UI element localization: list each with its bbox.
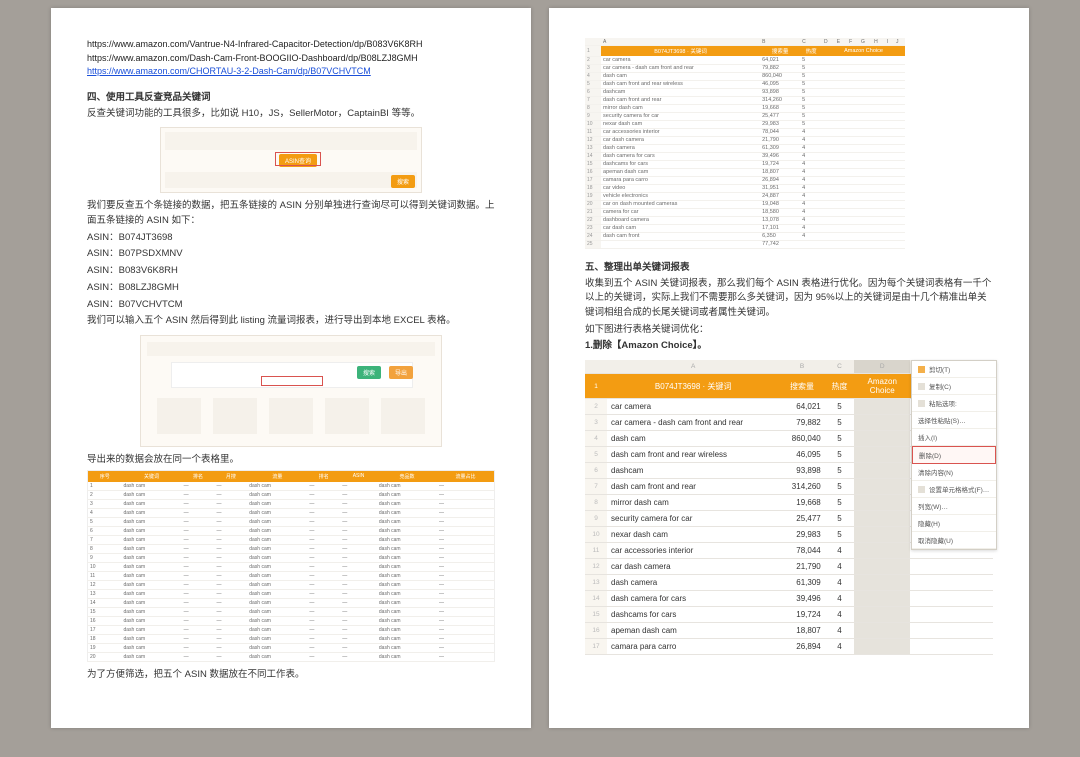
table-row: 22dashboard camera13,0784 — [585, 216, 905, 224]
table-row: 2577,742 — [585, 240, 905, 248]
table-row: 3dash cam——dash cam——dash cam— — [88, 499, 495, 508]
asin-4: ASIN：B08LZJ8GMH — [87, 281, 495, 296]
section4-title: 四、使用工具反查竞品关键词 — [87, 89, 495, 103]
table-row: 15dash cam——dash cam——dash cam— — [88, 607, 495, 616]
asin-1: ASIN：B074JT3698 — [87, 231, 495, 246]
table-row: 8mirror dash cam19,6685 — [585, 104, 905, 112]
menu-clear[interactable]: 清除内容(N) — [912, 464, 996, 481]
table-row: 5dash cam——dash cam——dash cam— — [88, 517, 495, 526]
export-note: 导出来的数据会放在同一个表格里。 — [87, 453, 495, 468]
menu-insert[interactable]: 插入(I) — [912, 429, 996, 446]
section5-step1: 1.删除【Amazon Choice】。 — [585, 339, 993, 354]
menu-hide[interactable]: 隐藏(H) — [912, 515, 996, 532]
table-row: 2car camera64,0215 — [585, 56, 905, 64]
url-line-2: https://www.amazon.com/Dash-Cam-Front-BO… — [87, 52, 495, 66]
table-row: 16apeman dash cam18,8074 — [585, 168, 905, 176]
table-row: 18dash cam——dash cam——dash cam— — [88, 634, 495, 643]
menu-copy[interactable]: 复制(C) — [912, 378, 996, 395]
export-spreadsheet: 序号关键词排名 月搜流量排名 ASIN竞品数流量占比 1dash cam——da… — [87, 470, 495, 662]
url-line-3-hyperlink[interactable]: https://www.amazon.com/CHORTAU-3-2-Dash-… — [87, 65, 495, 79]
table-row: 11car accessories interior78,0444 — [585, 128, 905, 136]
table-row: 19vehicle electronics24,8874 — [585, 192, 905, 200]
table-row: 14dash cam——dash cam——dash cam— — [88, 598, 495, 607]
table-row: 3car camera - dash cam front and rear79,… — [585, 64, 905, 72]
menu-col-width[interactable]: 列宽(W)… — [912, 498, 996, 515]
table-row: 16apeman dash cam18,8074 — [585, 623, 993, 639]
table-row: 13dash camera61,3094 — [585, 144, 905, 152]
menu-delete[interactable]: 删除(D) — [912, 446, 996, 464]
document-page-right: ABC DEF GHI J 1 B074JT3698 · 关键词搜索量 热度Am… — [549, 8, 1029, 728]
menu-paste-options[interactable]: 粘贴选项: — [912, 395, 996, 412]
table-row: 1dash cam——dash cam——dash cam— — [88, 482, 495, 491]
table-row: 20dash cam——dash cam——dash cam— — [88, 652, 495, 661]
lookup-note: 我们要反查五个条链接的数据，把五条链接的 ASIN 分别单独进行查询尽可以得到关… — [87, 199, 495, 228]
table-row: 15dashcams for cars19,7244 — [585, 607, 993, 623]
screenshot-search-btn: 搜索 — [391, 175, 415, 188]
table-row: 24dash cam front6,3504 — [585, 232, 905, 240]
table-row: 4dash cam——dash cam——dash cam— — [88, 508, 495, 517]
url-line-1: https://www.amazon.com/Vantrue-N4-Infrar… — [87, 38, 495, 52]
table-row: 12car dash camera21,7904 — [585, 136, 905, 144]
table-row: 7dash cam——dash cam——dash cam— — [88, 535, 495, 544]
table-row: 11dash cam——dash cam——dash cam— — [88, 571, 495, 580]
table-row: 2dash cam——dash cam——dash cam— — [88, 490, 495, 499]
table-row: 6dash cam——dash cam——dash cam— — [88, 526, 495, 535]
tool-screenshot-2: 导出 搜索 — [140, 335, 442, 447]
table-row: 18car video31,9514 — [585, 184, 905, 192]
input-note: 我们可以输入五个 ASIN 然后得到此 listing 流量词报表，进行导出到本… — [87, 314, 495, 329]
menu-paste-special[interactable]: 选择性粘贴(S)… — [912, 412, 996, 429]
section5-body2: 如下图进行表格关键词优化： — [585, 323, 993, 338]
asin-5: ASIN：B07VCHVTCM — [87, 298, 495, 313]
table-row: 8dash cam——dash cam——dash cam— — [88, 544, 495, 553]
excel-context-menu[interactable]: 剪切(T) 复制(C) 粘贴选项: 选择性粘贴(S)… 插入(I) 删除(D) … — [911, 360, 997, 550]
table-row: 4dash cam860,0405 — [585, 72, 905, 80]
table-row: 9dash cam——dash cam——dash cam— — [88, 553, 495, 562]
table-row: 12dash cam——dash cam——dash cam— — [88, 580, 495, 589]
table-row: 6dashcam93,8985 — [585, 88, 905, 96]
tool-screenshot-1: ASIN查询 搜索 — [160, 127, 422, 193]
table-row: 13dash cam——dash cam——dash cam— — [88, 589, 495, 598]
document-page-left: https://www.amazon.com/Vantrue-N4-Infrar… — [51, 8, 531, 728]
table-row: 13dash camera61,3094 — [585, 575, 993, 591]
table-row: 12car dash camera21,7904 — [585, 559, 993, 575]
section5-title: 五、整理出单关键词报表 — [585, 259, 993, 273]
section4-desc: 反查关键词功能的工具很多，比如说 H10，JS，SellerMotor，Capt… — [87, 107, 495, 122]
menu-format-cells[interactable]: 设置单元格格式(F)… — [912, 481, 996, 498]
section5-body1: 收集到五个 ASIN 关键词报表，那么我们每个 ASIN 表格进行优化。因为每个… — [585, 277, 993, 321]
table-row: 21camera for car18,5804 — [585, 208, 905, 216]
table-row: 14dash camera for cars39,4964 — [585, 591, 993, 607]
table-row: 9security camera for car25,4775 — [585, 112, 905, 120]
asin-3: ASIN：B083V6K8RH — [87, 264, 495, 279]
copy-icon — [918, 383, 925, 390]
table-row: 10nexar dash cam29,9835 — [585, 120, 905, 128]
table-row: 16dash cam——dash cam——dash cam— — [88, 616, 495, 625]
table-row: 17dash cam——dash cam——dash cam— — [88, 625, 495, 634]
mini-keyword-table: ABC DEF GHI J 1 B074JT3698 · 关键词搜索量 热度Am… — [585, 38, 905, 249]
table-row: 19dash cam——dash cam——dash cam— — [88, 643, 495, 652]
menu-cut[interactable]: 剪切(T) — [912, 361, 996, 378]
table-row: 23car dash cam17,1014 — [585, 224, 905, 232]
table-row: 5dash cam front and rear wireless46,0955 — [585, 80, 905, 88]
table-row: 7dash cam front and rear314,2605 — [585, 96, 905, 104]
cut-icon — [918, 366, 925, 373]
split-note: 为了方便筛选，把五个 ASIN 数据放在不同工作表。 — [87, 668, 495, 683]
table-row: 15dashcams for cars19,7244 — [585, 160, 905, 168]
table-row: 10dash cam——dash cam——dash cam— — [88, 562, 495, 571]
menu-unhide[interactable]: 取消隐藏(U) — [912, 532, 996, 549]
format-icon — [918, 486, 925, 493]
paste-icon — [918, 400, 925, 407]
table-row: 14dash camera for cars39,4964 — [585, 152, 905, 160]
table-row: 20car on dash mounted cameras19,0484 — [585, 200, 905, 208]
table-row: 17camara para carro26,8944 — [585, 639, 993, 655]
table-row: 17camara para carro26,8944 — [585, 176, 905, 184]
asin-2: ASIN：B07PSDXMNV — [87, 247, 495, 262]
